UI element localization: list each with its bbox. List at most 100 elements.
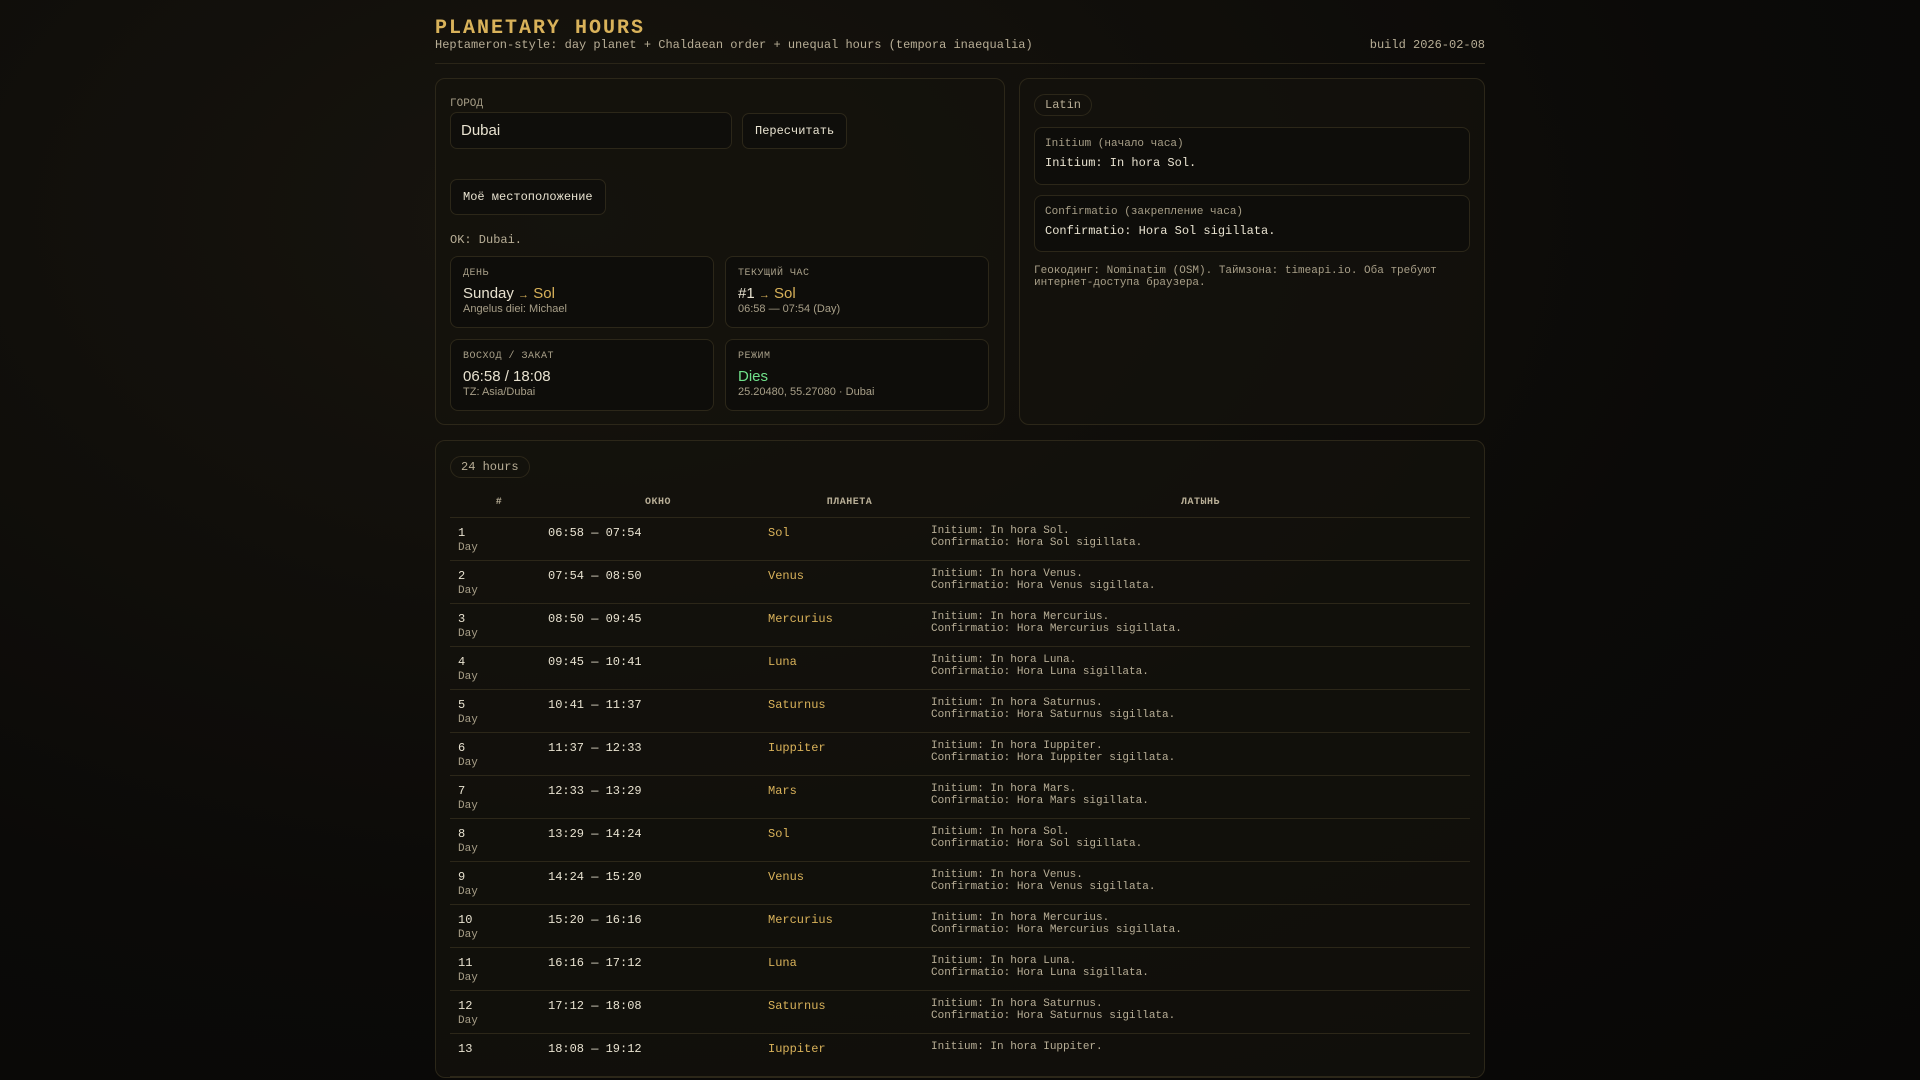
table-row: 8 Day 13:29 — 14:24 Sol Initium: In hora … — [450, 818, 1470, 862]
table-row: 12 Day 17:12 — 18:08 Saturnus Initium: In… — [450, 990, 1470, 1034]
table-row: 9 Day 14:24 — 15:20 Venus Initium: In hor… — [450, 861, 1470, 905]
hour-latin: Initium: In hora Iuppiter. Confirmatio: H… — [931, 732, 1470, 776]
hour-number: 5 — [458, 697, 466, 712]
latin-confirmatio: Confirmatio: Hora Mercurius sigillata. — [931, 923, 1182, 936]
hour-planet: Venus — [768, 560, 931, 604]
hour-window: 10:41 — 11:37 — [548, 689, 768, 733]
latin-confirmatio: Confirmatio: Hora Mercurius sigillata. — [931, 622, 1182, 635]
hour-number-cell: 1 Day — [450, 517, 548, 561]
hour-latin: Initium: In hora Sol. Confirmatio: Hora S… — [931, 517, 1470, 561]
coordinates: 25.20480, 55.27080 · Dubai — [738, 386, 875, 398]
latin-initium: Initium: In hora Mercurius. — [931, 610, 1110, 623]
hour-number-cell: 3 Day — [450, 603, 548, 647]
hour-planet: Sol — [768, 818, 931, 862]
hour-planet: Sol — [768, 517, 931, 561]
confirmatio-label: Confirmatio (закрепление часа) — [1045, 206, 1244, 218]
col-planet: ПЛАНЕТА — [768, 489, 931, 518]
latin-initium: Initium: In hora Sol. — [931, 825, 1070, 838]
hour-part: Day — [458, 756, 478, 769]
hour-window: 06:58 — 07:54 (Day) — [738, 303, 841, 315]
latin-pill: Latin — [1034, 94, 1093, 116]
mode-value: Dies — [738, 368, 769, 385]
hour-planet: Luna — [768, 947, 931, 991]
hour-number-cell: 8 Day — [450, 818, 548, 862]
hour-number-cell: 6 Day — [450, 732, 548, 776]
hour-part: Day — [458, 670, 478, 683]
hour-window: 15:20 — 16:16 — [548, 904, 768, 948]
hour-part: Day — [458, 885, 478, 898]
day-angel: Angelus diei: Michael — [463, 303, 567, 315]
hour-window: 16:16 — 17:12 — [548, 947, 768, 991]
latin-confirmatio: Confirmatio: Hora Saturnus sigillata. — [931, 1009, 1176, 1022]
table-row: 6 Day 11:37 — 12:33 Iuppiter Initium: In … — [450, 732, 1470, 776]
table-row: 1 Day 06:58 — 07:54 Sol Initium: In hora … — [450, 517, 1470, 561]
city-input[interactable]: Dubai — [450, 112, 732, 149]
hour-number: 10 — [458, 912, 473, 927]
latin-initium: Initium: In hora Iuppiter. — [931, 739, 1103, 752]
hour-part: Day — [458, 584, 478, 597]
hour-number: 8 — [458, 826, 466, 841]
table-row: 2 Day 07:54 — 08:50 Venus Initium: In hor… — [450, 560, 1470, 604]
latin-initium: Initium: In hora Mercurius. — [931, 911, 1110, 924]
sunrise-sunset-card: ВОСХОД / ЗАКАТ 06:58 / 18:08 TZ: Asia/Du… — [450, 339, 714, 411]
latin-initium: Initium: In hora Mars. — [931, 782, 1077, 795]
hour-planet: Venus — [768, 861, 931, 905]
header-divider — [435, 63, 1485, 64]
latin-initium: Initium: In hora Saturnus. — [931, 997, 1103, 1010]
hours-panel: 24 hours # ОКНО ПЛАНЕТА ЛАТЫНЬ 1 Day 06:5… — [435, 440, 1485, 1078]
hour-number: 11 — [458, 955, 473, 970]
hour-number: 12 — [458, 998, 473, 1013]
sun-value: 06:58 / 18:08 — [463, 368, 551, 385]
hour-planet: Luna — [768, 646, 931, 690]
hour-number: 6 — [458, 740, 466, 755]
hour-number-cell: 4 Day — [450, 646, 548, 690]
hour-latin: Initium: In hora Mars. Confirmatio: Hora … — [931, 775, 1470, 819]
my-location-button[interactable]: Моё местоположение — [450, 179, 606, 215]
hour-latin: Initium: In hora Iuppiter. — [931, 1033, 1470, 1077]
hours-table: # ОКНО ПЛАНЕТА ЛАТЫНЬ 1 Day 06:58 — 07:54… — [450, 489, 1470, 1077]
hour-planet: Saturnus — [768, 689, 931, 733]
hour-window: 12:33 — 13:29 — [548, 775, 768, 819]
hour-number-cell: 12 Day — [450, 990, 548, 1034]
col-window: ОКНО — [548, 489, 768, 518]
hour-planet: Mars — [768, 775, 931, 819]
latin-initium: Initium: In hora Luna. — [931, 653, 1077, 666]
confirmatio-text: Confirmatio: Hora Sol sigillata. — [1045, 224, 1276, 238]
table-row: 3 Day 08:50 — 09:45 Mercurius Initium: In… — [450, 603, 1470, 647]
hour-number-cell: 10 Day — [450, 904, 548, 948]
day-value: Sunday — [463, 285, 514, 302]
hour-number-cell: 5 Day — [450, 689, 548, 733]
hour-part: Day — [458, 799, 478, 812]
latin-initium: Initium: In hora Saturnus. — [931, 696, 1103, 709]
hour-latin: Initium: In hora Luna. Confirmatio: Hora … — [931, 947, 1470, 991]
hour-window: 11:37 — 12:33 — [548, 732, 768, 776]
latin-panel: Latin Initium (начало часа) Initium: In … — [1019, 78, 1485, 425]
hour-number: 3 — [458, 611, 466, 626]
hour-latin: Initium: In hora Venus. Confirmatio: Hora… — [931, 560, 1470, 604]
hour-number: 7 — [458, 783, 466, 798]
hour-number-cell: 7 Day — [450, 775, 548, 819]
day-card: ДЕНЬ Sunday → Sol Angelus diei: Michael — [450, 256, 714, 328]
hour-number-cell: 9 Day — [450, 861, 548, 905]
recalculate-button[interactable]: Пересчитать — [742, 113, 848, 149]
hour-window: 13:29 — 14:24 — [548, 818, 768, 862]
col-latin: ЛАТЫНЬ — [931, 489, 1470, 518]
hour-window: 17:12 — 18:08 — [548, 990, 768, 1034]
hour-planet: Mercurius — [768, 603, 931, 647]
hour-label: ТЕКУЩИЙ ЧАС — [738, 268, 810, 279]
hour-latin: Initium: In hora Sol. Confirmatio: Hora S… — [931, 818, 1470, 862]
latin-confirmatio: Confirmatio: Hora Sol sigillata. — [931, 536, 1143, 549]
latin-confirmatio: Confirmatio: Hora Venus sigillata. — [931, 579, 1156, 592]
hour-latin: Initium: In hora Venus. Confirmatio: Hora… — [931, 861, 1470, 905]
arrow-icon: → — [518, 289, 530, 301]
hour-number-cell: 13 — [450, 1033, 548, 1077]
hour-number: 2 — [458, 568, 466, 583]
hour-window: 07:54 — 08:50 — [548, 560, 768, 604]
mode-label: РЕЖИМ — [738, 351, 771, 362]
page-subtitle: Heptameron-style: day planet + Chaldaean… — [435, 38, 1033, 52]
build-label: build 2026-02-08 — [1369, 38, 1485, 52]
hour-window: 18:08 — 19:12 — [548, 1033, 768, 1077]
hour-planet: Saturnus — [768, 990, 931, 1034]
hour-window: 09:45 — 10:41 — [548, 646, 768, 690]
hour-window: 08:50 — 09:45 — [548, 603, 768, 647]
